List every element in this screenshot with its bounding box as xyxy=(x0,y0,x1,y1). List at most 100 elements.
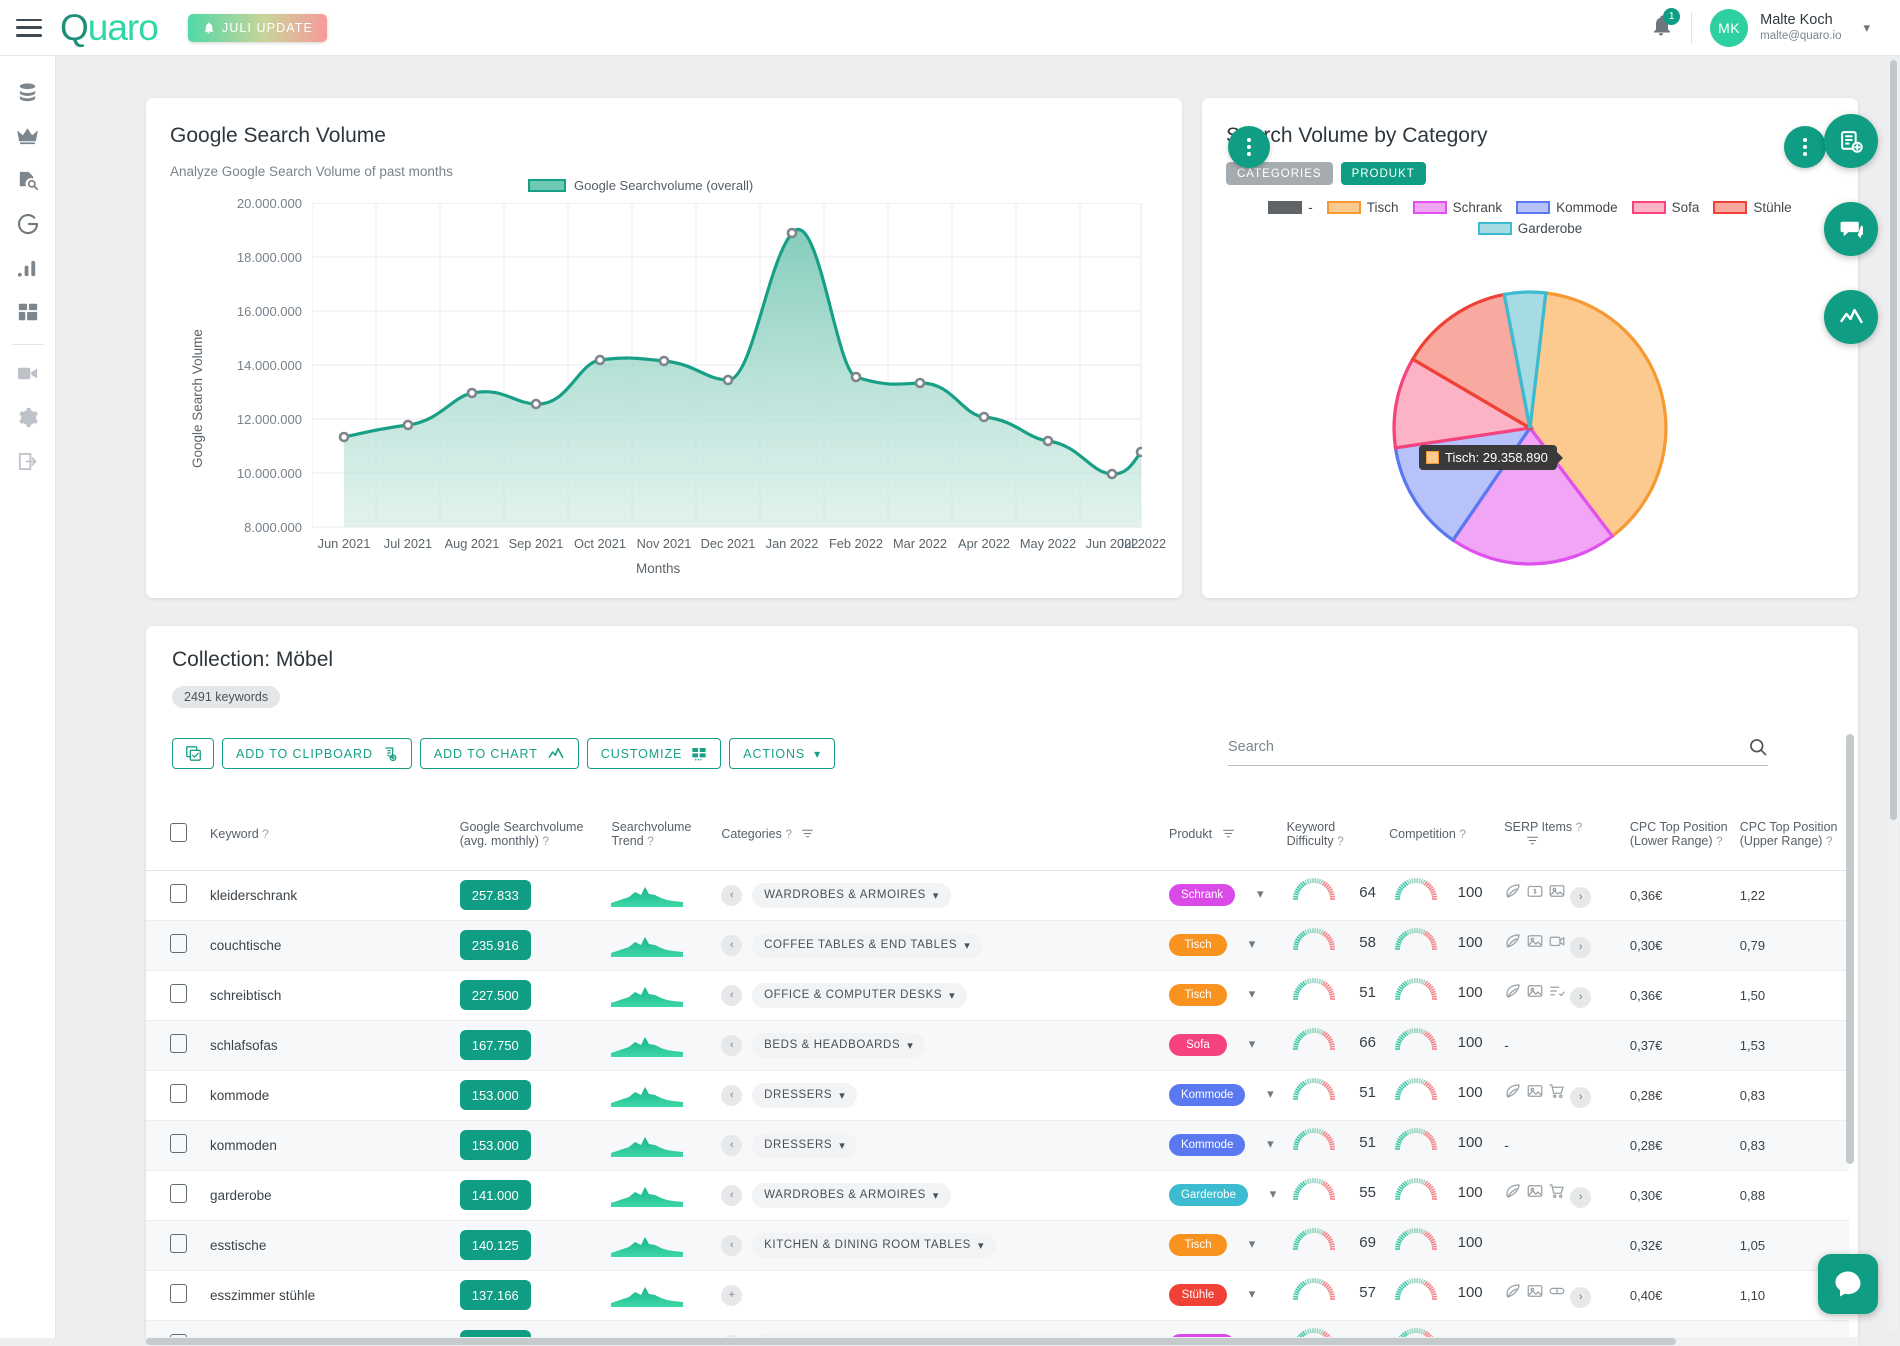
table-scroll-region[interactable]: Keyword ? Google Searchvolume (avg. mont… xyxy=(146,798,1849,1338)
row-expand-chevron-icon[interactable]: ▾ xyxy=(1249,936,1256,951)
row-checkbox[interactable] xyxy=(170,1084,187,1103)
legend-item-kommode[interactable]: Kommode xyxy=(1516,200,1618,215)
category-prev-button[interactable]: ‹ xyxy=(721,1035,742,1056)
image-icon[interactable] xyxy=(1526,1288,1544,1303)
table-row[interactable]: kleiderschrank 257.833 ‹ WARDROBES & ARM… xyxy=(146,870,1849,920)
category-prev-button[interactable]: ‹ xyxy=(721,885,742,906)
category-chip[interactable]: OFFICE & COMPUTER DESKS ▾ xyxy=(752,983,967,1008)
help-icon[interactable]: ? xyxy=(647,834,654,848)
legend-item-garderobe[interactable]: Garderobe xyxy=(1478,221,1583,236)
legend-item-tisch[interactable]: Tisch xyxy=(1327,200,1399,215)
juli-update-button[interactable]: JULI UPDATE xyxy=(188,14,327,42)
support-chat-button[interactable] xyxy=(1818,1254,1878,1314)
sidebar-item-logout[interactable] xyxy=(6,439,50,483)
category-chip[interactable]: BEDS & HEADBOARDS ▾ xyxy=(752,1033,925,1058)
help-icon[interactable]: ? xyxy=(1716,834,1723,848)
sidebar-item-video[interactable] xyxy=(6,351,50,395)
row-checkbox[interactable] xyxy=(170,1034,187,1053)
actions-button[interactable]: ACTIONS ▾ xyxy=(729,738,835,769)
sidebar-item-database[interactable] xyxy=(6,70,50,114)
sidebar-item-file-search[interactable] xyxy=(6,158,50,202)
col-categories[interactable]: Categories ? xyxy=(715,798,1155,870)
leaf-icon[interactable] xyxy=(1504,888,1522,903)
row-checkbox[interactable] xyxy=(170,984,187,1003)
category-chip[interactable]: COFFEE TABLES & END TABLES ▾ xyxy=(752,933,982,958)
help-icon[interactable]: ? xyxy=(785,827,792,841)
add-report-button[interactable] xyxy=(1824,114,1878,168)
add-to-chart-button[interactable]: ADD TO CHART xyxy=(420,738,579,769)
sidebar-item-crown[interactable] xyxy=(6,114,50,158)
serp-more-button[interactable]: › xyxy=(1570,1087,1591,1108)
search-input[interactable] xyxy=(1228,739,1748,755)
notifications-button[interactable]: 1 xyxy=(1649,13,1673,43)
table-row[interactable]: schuhschränke 135.541 ‹ CLOSET ORGANIZIN… xyxy=(146,1320,1849,1338)
search-container[interactable] xyxy=(1228,728,1768,766)
select-all-button[interactable] xyxy=(172,738,214,769)
table-row[interactable]: esszimmer stühle 137.166 + Stühle ▾ 57 1… xyxy=(146,1270,1849,1320)
leaf-icon[interactable] xyxy=(1504,1088,1522,1103)
image-icon[interactable] xyxy=(1526,988,1544,1003)
row-checkbox-cell[interactable] xyxy=(146,970,192,1020)
row-expand-chevron-icon[interactable]: ▾ xyxy=(1249,1286,1256,1301)
table-horizontal-scrollbar[interactable] xyxy=(146,1337,1858,1346)
search-icon[interactable] xyxy=(1748,737,1768,757)
row-checkbox-cell[interactable] xyxy=(146,1070,192,1120)
col-volume-trend[interactable]: Searchvolume Trend ? xyxy=(605,798,715,870)
select-all-checkbox[interactable] xyxy=(170,823,187,842)
sidebar-item-google[interactable] xyxy=(6,202,50,246)
row-checkbox[interactable] xyxy=(170,884,187,903)
filter-icon[interactable] xyxy=(1526,834,1539,847)
row-expand-chevron-icon[interactable]: ▾ xyxy=(1257,886,1264,901)
sidebar-item-analytics[interactable] xyxy=(6,246,50,290)
dollar-box-icon[interactable] xyxy=(1526,888,1544,903)
cart-icon[interactable] xyxy=(1548,1088,1566,1103)
row-expand-chevron-icon[interactable]: ▾ xyxy=(1249,1236,1256,1251)
row-checkbox[interactable] xyxy=(170,1234,187,1253)
category-prev-button[interactable]: ‹ xyxy=(721,985,742,1006)
leaf-icon[interactable] xyxy=(1504,1288,1522,1303)
table-row[interactable]: schlafsofas 167.750 ‹ BEDS & HEADBOARDS … xyxy=(146,1020,1849,1070)
row-checkbox-cell[interactable] xyxy=(146,1020,192,1070)
col-serp-items[interactable]: SERP Items ? xyxy=(1498,798,1624,870)
image-icon[interactable] xyxy=(1526,1188,1544,1203)
legend-item-schrank[interactable]: Schrank xyxy=(1413,200,1503,215)
col-competition[interactable]: Competition ? xyxy=(1383,798,1498,870)
select-all-header[interactable] xyxy=(146,798,192,870)
list-check-icon[interactable] xyxy=(1548,988,1566,1003)
serp-more-button[interactable]: › xyxy=(1570,887,1591,908)
col-cpc-upper[interactable]: CPC Top Position (Upper Range) ? xyxy=(1734,798,1849,870)
category-prev-button[interactable]: ‹ xyxy=(721,1085,742,1106)
pie-card-more-options-button[interactable] xyxy=(1784,126,1826,168)
serp-more-button[interactable]: › xyxy=(1570,1187,1591,1208)
filter-icon[interactable] xyxy=(1222,827,1235,840)
row-checkbox[interactable] xyxy=(170,1184,187,1203)
add-to-clipboard-button[interactable]: ADD TO CLIPBOARD xyxy=(222,738,412,769)
sidebar-item-settings[interactable] xyxy=(6,395,50,439)
leaf-icon[interactable] xyxy=(1504,1188,1522,1203)
category-chip[interactable]: DRESSERS ▾ xyxy=(752,1083,857,1108)
help-icon[interactable]: ? xyxy=(542,834,549,848)
table-row[interactable]: esstische 140.125 ‹ KITCHEN & DINING ROO… xyxy=(146,1220,1849,1270)
row-expand-chevron-icon[interactable]: ▾ xyxy=(1270,1186,1277,1201)
col-search-volume[interactable]: Google Searchvolume (avg. monthly) ? xyxy=(454,798,606,870)
table-row[interactable]: kommoden 153.000 ‹ DRESSERS ▾ Kommode ▾ … xyxy=(146,1120,1849,1170)
help-icon[interactable]: ? xyxy=(262,827,269,841)
chevron-down-icon[interactable]: ▾ xyxy=(1863,20,1870,36)
leaf-icon[interactable] xyxy=(1504,938,1522,953)
category-prev-button[interactable]: ‹ xyxy=(721,935,742,956)
row-checkbox-cell[interactable] xyxy=(146,870,192,920)
row-expand-chevron-icon[interactable]: ▾ xyxy=(1249,1036,1256,1051)
line-chart-legend[interactable]: Google Searchvolume (overall) xyxy=(528,178,753,193)
category-prev-button[interactable]: ‹ xyxy=(721,1235,742,1256)
hamburger-icon[interactable] xyxy=(16,19,42,37)
legend-item-neutral[interactable]: - xyxy=(1268,200,1313,215)
serp-more-button[interactable]: › xyxy=(1570,1287,1591,1308)
category-chip[interactable]: KITCHEN & DINING ROOM TABLES ▾ xyxy=(752,1233,996,1258)
col-keyword[interactable]: Keyword ? xyxy=(192,798,454,870)
line-card-more-options-button[interactable] xyxy=(1228,126,1270,168)
table-vertical-scrollbar[interactable] xyxy=(1846,734,1854,1334)
serp-more-button[interactable]: › xyxy=(1570,937,1591,958)
row-checkbox-cell[interactable] xyxy=(146,1270,192,1320)
image-icon[interactable] xyxy=(1548,888,1566,903)
row-checkbox-cell[interactable] xyxy=(146,1220,192,1270)
